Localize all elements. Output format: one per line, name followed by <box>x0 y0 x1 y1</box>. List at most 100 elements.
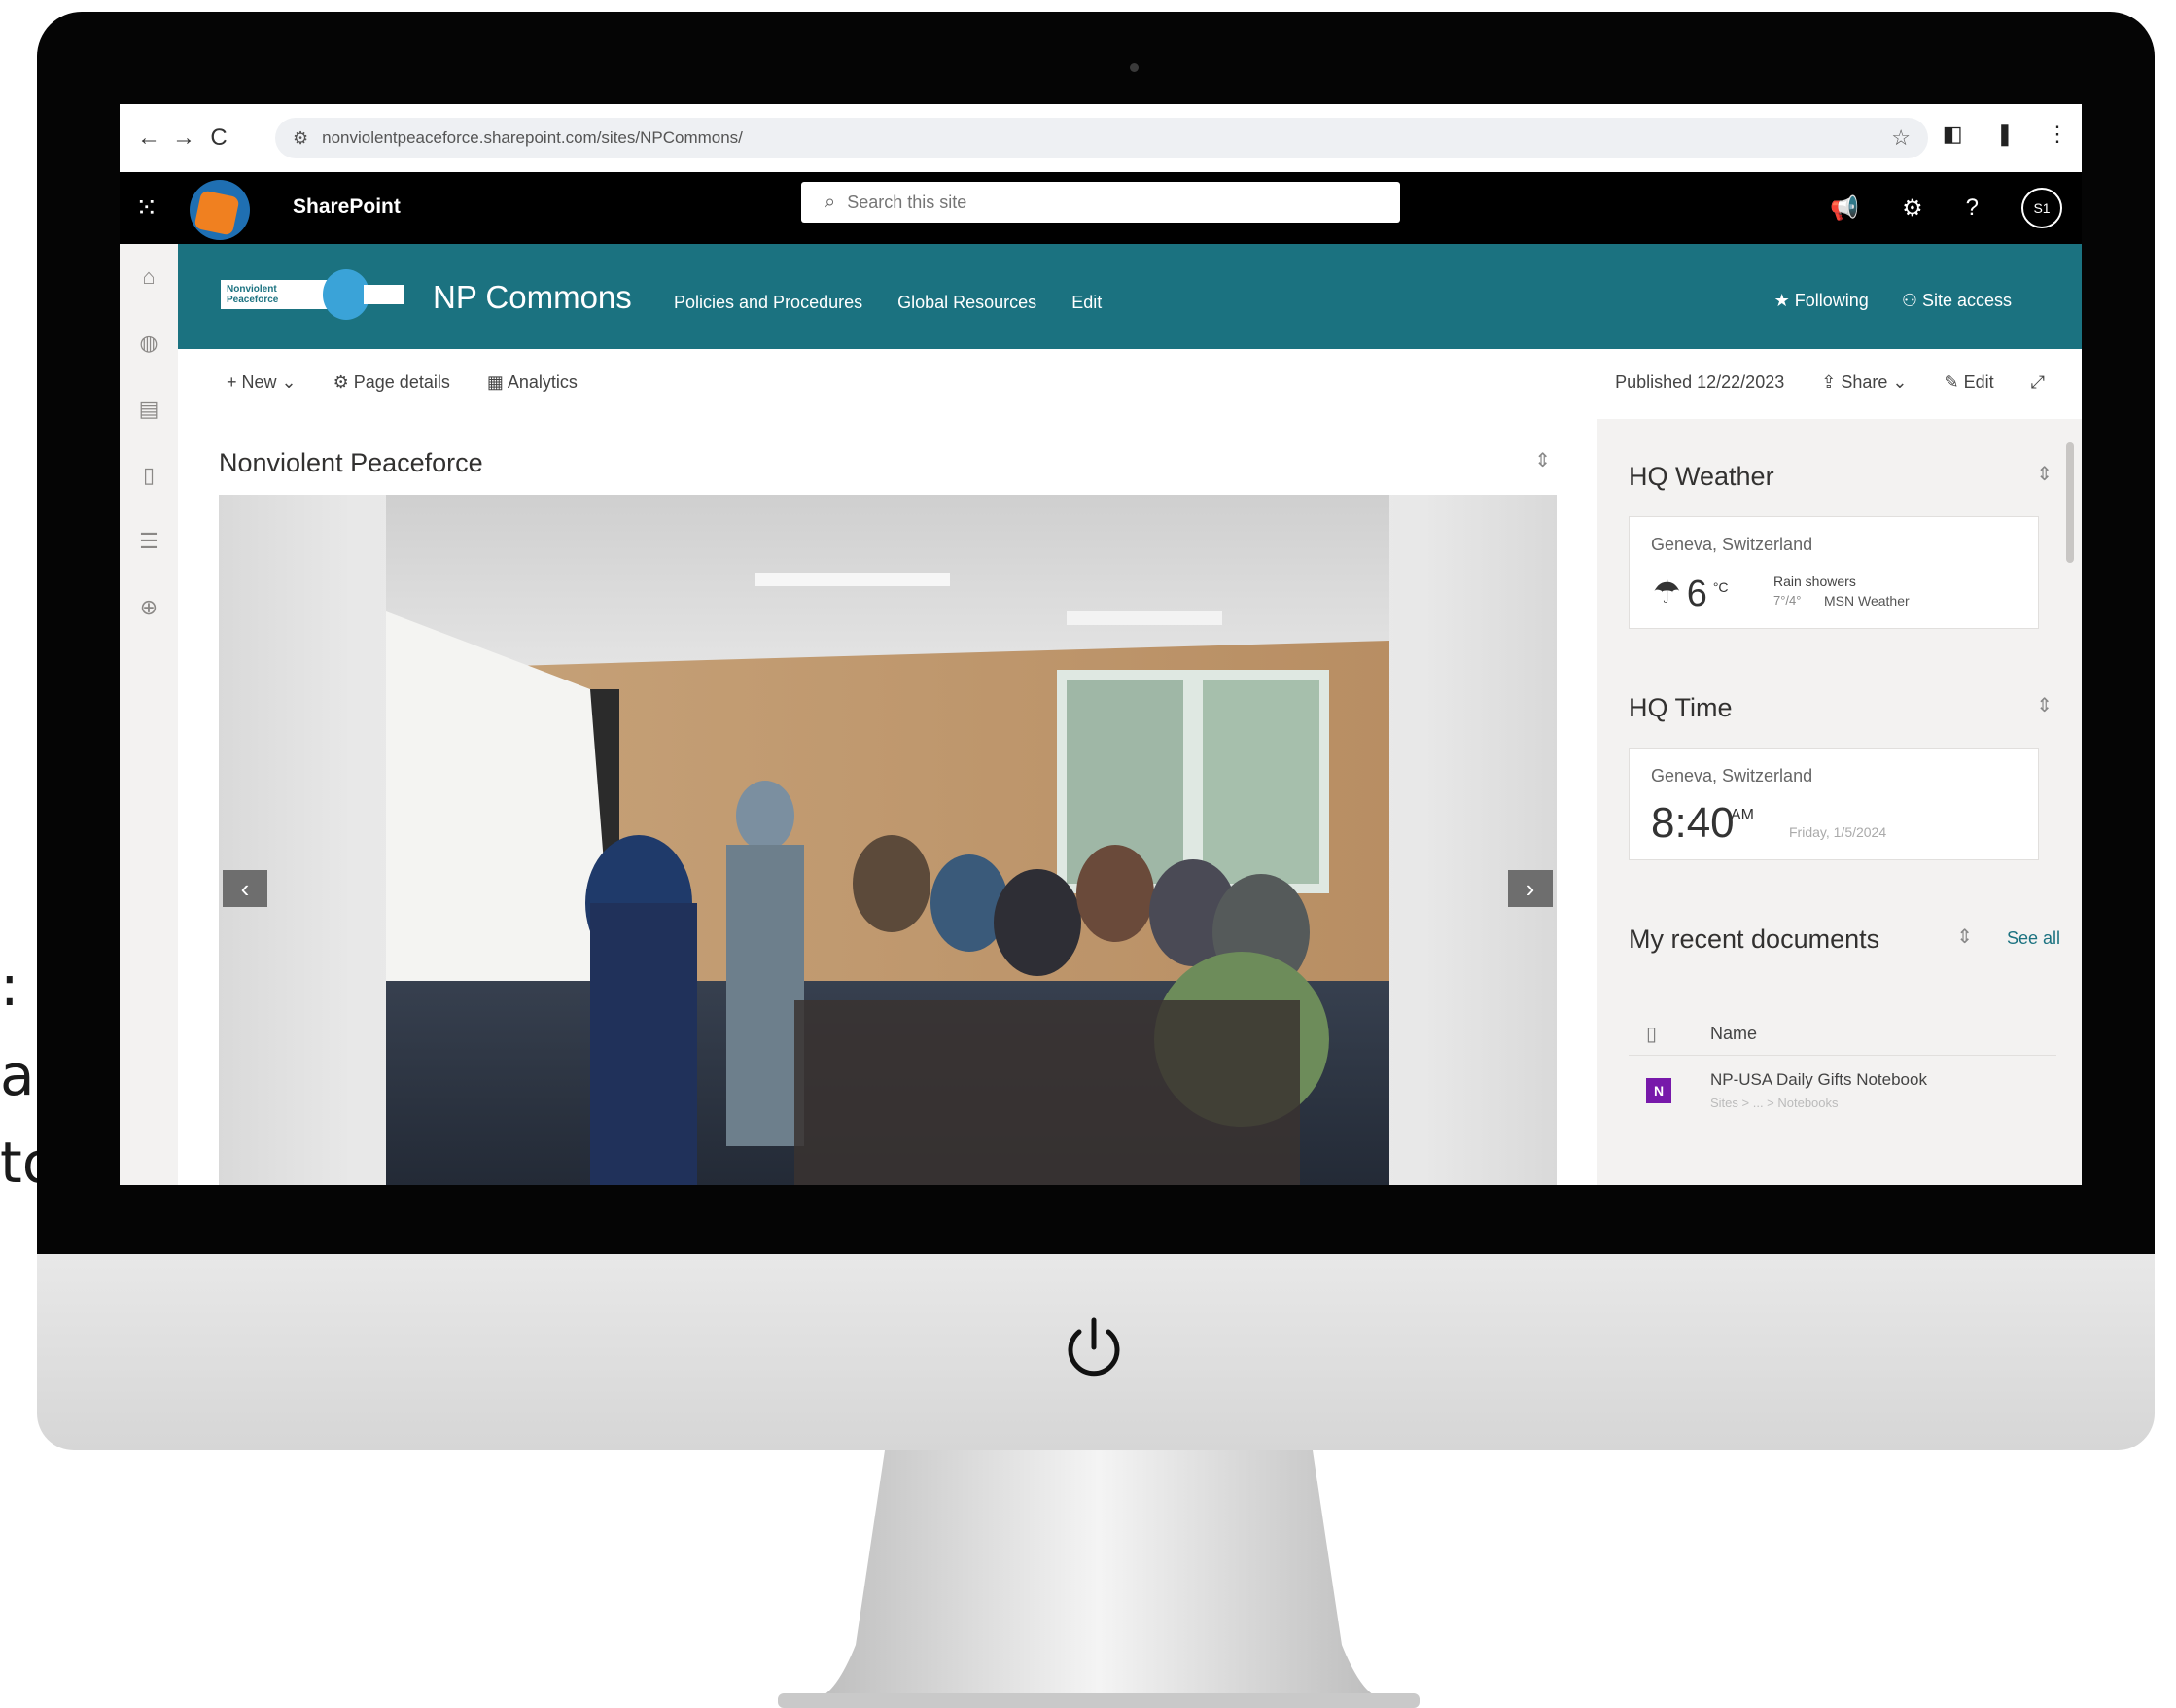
pencil-icon: ✎ <box>1944 372 1964 392</box>
time-ampm: AM <box>1731 807 1754 823</box>
weather-webpart: HQ Weather ⇕ Geneva, Switzerland ☂ 6 °C … <box>1629 462 2060 629</box>
extension-icon[interactable]: ❚ <box>1996 122 2014 147</box>
people-icon: ⚇ <box>1901 291 1922 310</box>
scrollbar[interactable] <box>2064 427 2076 1175</box>
forward-button[interactable]: → <box>166 124 201 152</box>
weather-temperature: 6 <box>1686 574 1707 614</box>
file-type-icon: ▯ <box>1646 1024 1658 1045</box>
share-icon: ⇪ <box>1821 372 1842 392</box>
main-column-header: Nonviolent Peaceforce ⇕ <box>219 448 1557 478</box>
analytics-label: Analytics <box>507 372 578 392</box>
browser-actions: ◧ ❚ ⋮ <box>1943 122 2068 147</box>
weather-title: HQ Weather <box>1629 462 1774 491</box>
back-button[interactable]: ← <box>131 124 166 152</box>
see-all-link[interactable]: See all <box>2007 928 2060 949</box>
power-icon[interactable] <box>1058 1312 1130 1384</box>
page-details-button[interactable]: ⚙ Page details <box>333 372 450 393</box>
gear-icon: ⚙ <box>333 372 354 392</box>
document-row[interactable]: N NP-USA Daily Gifts Notebook Sites > ..… <box>1629 1055 2056 1125</box>
right-column: HQ Weather ⇕ Geneva, Switzerland ☂ 6 °C … <box>1597 419 2082 1185</box>
site-logo[interactable]: Nonviolent Peaceforce <box>221 269 404 320</box>
org-logo[interactable] <box>190 180 250 240</box>
star-icon: ★ <box>1773 291 1795 310</box>
move-handle-icon[interactable]: ⇕ <box>1534 448 1551 472</box>
weather-temperature-group: ☂ 6 °C <box>1653 574 1729 615</box>
search-icon: ⌕ <box>825 191 836 213</box>
carousel-prev-button[interactable]: ‹ <box>223 870 267 907</box>
weather-source[interactable]: MSN Weather <box>1824 593 1910 609</box>
carousel-photo <box>386 495 1389 1185</box>
camera-dot <box>1130 63 1139 72</box>
news-icon[interactable]: ▤ <box>120 376 178 442</box>
site-title[interactable]: NP Commons <box>433 279 632 316</box>
documents-header: ▯ Name <box>1629 1012 2056 1056</box>
nav-item-policies[interactable]: Policies and Procedures <box>674 293 862 313</box>
megaphone-icon[interactable]: 📢 <box>1830 194 1859 223</box>
site-header: Nonviolent Peaceforce NP Commons Policie… <box>178 244 2082 349</box>
command-bar: + New ⌄ ⚙ Page details ▦ Analytics Publi… <box>178 349 2082 419</box>
move-handle-icon[interactable]: ⇕ <box>2036 462 2053 486</box>
following-button[interactable]: ★ Following <box>1774 291 1869 311</box>
rain-cloud-icon: ☂ <box>1653 575 1681 610</box>
page-content: Nonviolent Peaceforce NP Commons Policie… <box>178 244 2082 1185</box>
site-logo-mark <box>322 269 369 320</box>
browser-menu-icon[interactable]: ⋮ <box>2047 122 2068 147</box>
screen: ← → C ⚙ nonviolentpeaceforce.sharepoint.… <box>120 104 2082 1185</box>
site-access-label: Site access <box>1921 291 2012 310</box>
reload-button[interactable]: C <box>201 124 236 152</box>
recent-documents-webpart: My recent documents ⇕ See all ▯ Name N N… <box>1629 924 2060 1110</box>
published-status: Published 12/22/2023 <box>1615 372 1785 392</box>
column-name[interactable]: Name <box>1710 1024 1757 1044</box>
site-access-button[interactable]: ⚇ Site access <box>1902 291 2012 311</box>
address-bar[interactable]: ⚙ nonviolentpeaceforce.sharepoint.com/si… <box>275 118 1928 158</box>
files-icon[interactable]: ▯ <box>120 442 178 508</box>
side-panel-icon[interactable]: ◧ <box>1943 122 1963 147</box>
nav-item-edit[interactable]: Edit <box>1071 293 1102 313</box>
weather-location: Geneva, Switzerland <box>1651 535 1813 554</box>
url-text[interactable]: nonviolentpeaceforce.sharepoint.com/site… <box>322 128 743 148</box>
analytics-button[interactable]: ▦ Analytics <box>487 372 578 393</box>
chevron-down-icon: ⌄ <box>276 372 297 392</box>
edit-button[interactable]: ✎ Edit <box>1944 372 1993 393</box>
new-button[interactable]: + New ⌄ <box>227 372 297 393</box>
command-bar-right: Published 12/22/2023 ⇪ Share ⌄ ✎ Edit ⤢ <box>1615 372 2045 393</box>
analytics-icon: ▦ <box>486 372 508 392</box>
carousel-next-button[interactable]: › <box>1508 870 1553 907</box>
move-handle-icon[interactable]: ⇕ <box>2036 693 2053 717</box>
document-name[interactable]: NP-USA Daily Gifts Notebook <box>1710 1070 1927 1090</box>
help-icon[interactable]: ? <box>1966 194 1979 222</box>
create-icon[interactable]: ⊕ <box>120 575 178 641</box>
document-path: Sites > ... > Notebooks <box>1710 1096 1839 1110</box>
time-clock: 8:40 <box>1651 799 1735 847</box>
scrollbar-thumb[interactable] <box>2066 442 2074 563</box>
lists-icon[interactable]: ☰ <box>120 508 178 575</box>
share-button[interactable]: ⇪ Share ⌄ <box>1821 372 1907 393</box>
edit-label: Edit <box>1963 372 1994 392</box>
app-name[interactable]: SharePoint <box>293 195 401 219</box>
move-handle-icon[interactable]: ⇕ <box>1956 924 1973 949</box>
section-title: Nonviolent Peaceforce <box>219 448 483 477</box>
time-card: Geneva, Switzerland 8:40 AM Friday, 1/5/… <box>1629 748 2039 860</box>
expand-icon[interactable]: ⤢ <box>2031 372 2045 393</box>
time-date: Friday, 1/5/2024 <box>1789 824 1887 840</box>
site-logo-text: Nonviolent Peaceforce <box>221 280 331 309</box>
nav-item-global-resources[interactable]: Global Resources <box>897 293 1036 313</box>
app-launcher-icon[interactable]: ⁙ <box>135 192 158 224</box>
home-icon[interactable]: ⌂ <box>120 244 178 310</box>
suite-bar: ⁙ SharePoint ⌕ 📢 ⚙ ? S1 <box>120 172 2082 244</box>
site-info-icon[interactable]: ⚙ <box>293 128 308 149</box>
plus-icon: + <box>227 372 242 392</box>
weather-unit: °C <box>1712 579 1729 595</box>
side-text-1: : <box>0 953 19 1019</box>
globe-icon[interactable]: ◍ <box>120 310 178 376</box>
search-input[interactable] <box>845 191 1316 214</box>
page-details-label: Page details <box>353 372 450 392</box>
weather-condition: Rain showers <box>1773 574 1856 589</box>
onenote-icon: N <box>1646 1078 1671 1103</box>
avatar[interactable]: S1 <box>2021 188 2062 228</box>
search-box[interactable]: ⌕ <box>801 182 1400 223</box>
gear-icon[interactable]: ⚙ <box>1902 194 1923 223</box>
new-label: New <box>241 372 277 392</box>
weather-card[interactable]: Geneva, Switzerland ☂ 6 °C Rain showers … <box>1629 516 2039 629</box>
bookmark-star-icon[interactable]: ☆ <box>1891 125 1911 151</box>
